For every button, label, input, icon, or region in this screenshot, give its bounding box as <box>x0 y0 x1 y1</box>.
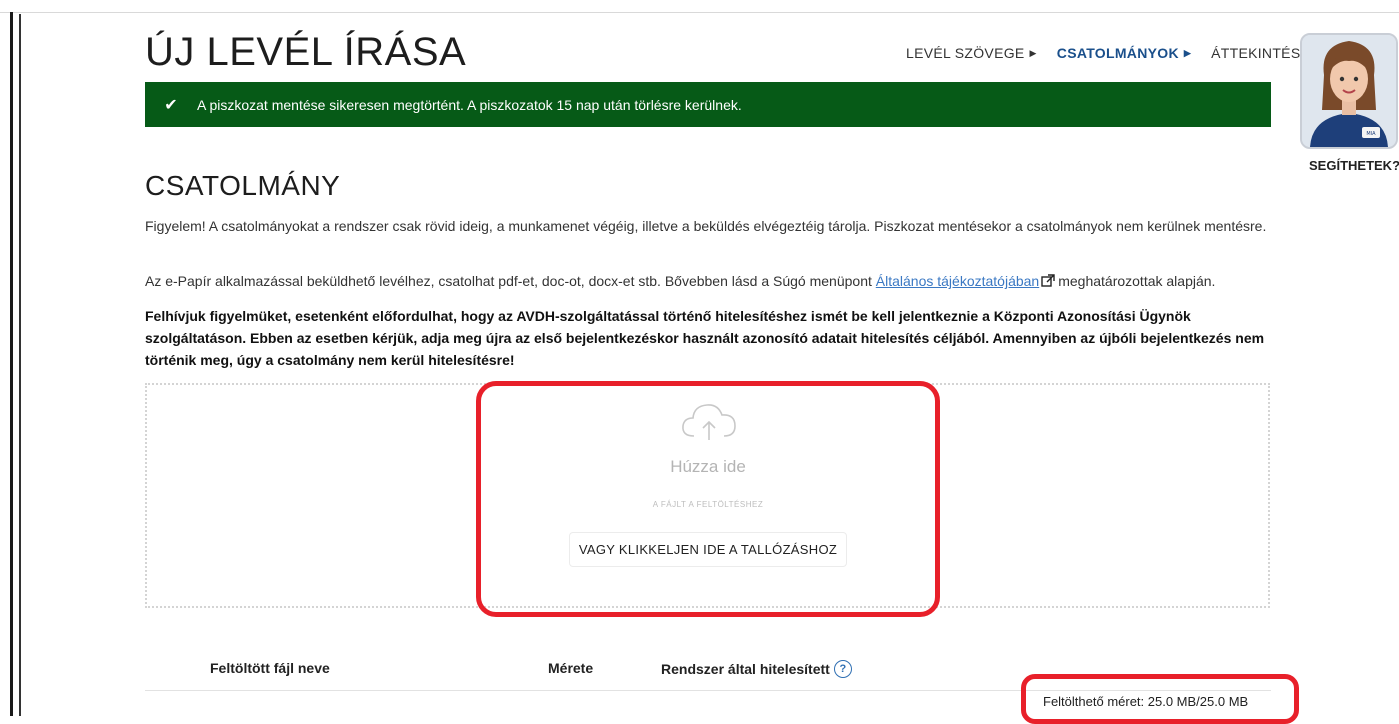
highlight-dropzone <box>476 381 940 617</box>
highlight-size-status <box>1021 674 1299 724</box>
step-label: CSATOLMÁNYOK <box>1056 45 1179 61</box>
success-alert: ✔ A piszkozat mentése sikeresen megtörté… <box>145 82 1271 127</box>
external-link-icon <box>1041 274 1055 287</box>
step-label: ÁTTEKINTÉS <box>1211 45 1301 61</box>
check-icon: ✔ <box>164 96 178 114</box>
formats-text-end: meghatározottak alapján. <box>1058 273 1216 289</box>
column-size: Mérete <box>548 660 594 676</box>
wizard-steps: LEVÉL SZÖVEGE ▶ CSATOLMÁNYOK ▶ ÁTTEKINTÉ… <box>906 45 1300 61</box>
column-file-name: Feltöltött fájl neve <box>210 660 330 676</box>
alert-text: A piszkozat mentése sikeresen megtörtént… <box>197 96 742 113</box>
page-title: ÚJ LEVÉL ÍRÁSA <box>145 30 467 74</box>
caret-right-icon: ▶ <box>1183 47 1192 58</box>
question-icon[interactable]: ? <box>833 660 852 678</box>
left-border <box>10 12 13 716</box>
formats-text-start: Az e-Papír alkalmazással beküldhető levé… <box>145 273 876 289</box>
assistant-avatar-image: MIA <box>1302 35 1396 147</box>
top-border <box>0 12 1399 13</box>
help-label[interactable]: SEGÍTHETEK? <box>1309 158 1399 173</box>
column-authenticated-label: Rendszer által hitelesített <box>661 661 830 677</box>
badge-text: MIA <box>1366 131 1376 137</box>
notice-text: Figyelem! A csatolmányokat a rendszer cs… <box>145 218 1267 234</box>
formats-text: Az e-Papír alkalmazással beküldhető levé… <box>145 270 1275 292</box>
caret-right-icon: ▶ <box>1029 47 1037 58</box>
auth-warning-text: Felhívjuk figyelmüket, esetenként előfor… <box>145 308 1265 368</box>
step-label: LEVÉL SZÖVEGE <box>906 45 1025 61</box>
step-overview[interactable]: ÁTTEKINTÉS <box>1211 45 1300 61</box>
help-link[interactable]: Általános tájékoztatójában <box>876 273 1039 289</box>
assistant-avatar[interactable]: MIA <box>1300 33 1398 149</box>
left-border-inner <box>19 14 21 716</box>
step-attachments[interactable]: CSATOLMÁNYOK ▶ <box>1057 45 1191 61</box>
column-authenticated: Rendszer által hitelesített ? <box>661 660 852 678</box>
section-title: CSATOLMÁNY <box>145 170 341 201</box>
step-letter-text[interactable]: LEVÉL SZÖVEGE ▶ <box>906 45 1037 61</box>
